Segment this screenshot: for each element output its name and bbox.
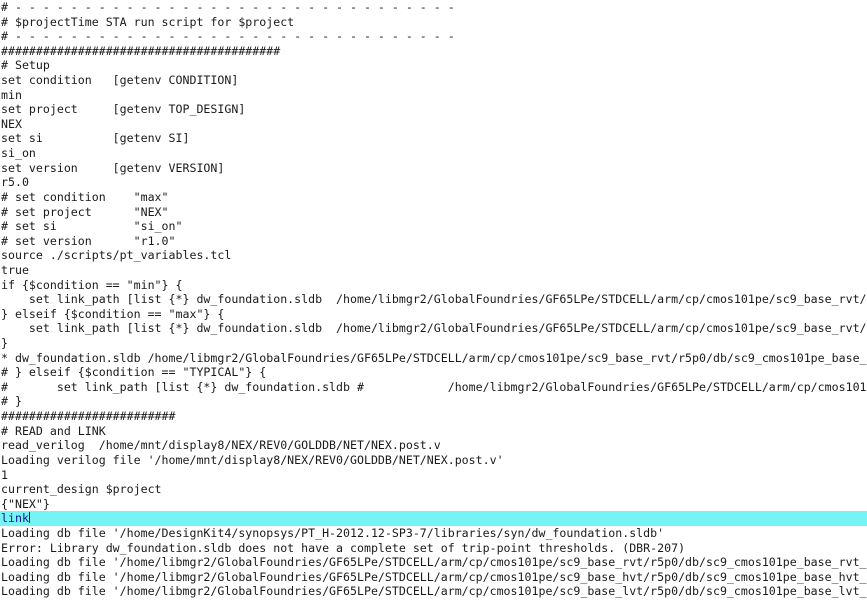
terminal-line: } elseif {$condition == "max"} { xyxy=(1,306,225,321)
terminal-line: Error: Library dw_foundation.sldb does n… xyxy=(1,540,686,555)
terminal-line: NEX xyxy=(1,116,22,131)
terminal-line: read_verilog /home/mnt/display8/NEX/REV0… xyxy=(1,438,441,453)
terminal-line: # set condition "max" xyxy=(1,189,169,204)
terminal-line: r5.0 xyxy=(1,175,29,190)
terminal-line: set version [getenv VERSION] xyxy=(1,160,225,175)
terminal-line: Loading db file '/home/libmgr2/GlobalFou… xyxy=(1,555,867,570)
terminal-line: Loading db file '/home/libmgr2/GlobalFou… xyxy=(1,584,867,599)
terminal-line: # } xyxy=(1,394,22,409)
terminal-line: ######################### xyxy=(1,409,176,424)
terminal-line: # - - - - - - - - - - - - - - - - - - - … xyxy=(1,29,455,44)
terminal-line: # set si "si_on" xyxy=(1,219,183,234)
text-cursor xyxy=(28,512,30,524)
terminal-line: set link_path [list {*} dw_foundation.sl… xyxy=(28,292,867,307)
terminal-line: {"NEX"} xyxy=(1,496,50,511)
terminal-line: ######################################## xyxy=(1,43,281,58)
terminal-output-pane[interactable]: # - - - - - - - - - - - - - - - - - - - … xyxy=(0,0,867,613)
terminal-line: si_on xyxy=(1,146,36,161)
terminal-line: # $projectTime STA run script for $proje… xyxy=(1,14,295,29)
terminal-line: # set version "r1.0" xyxy=(1,233,176,248)
terminal-line: set project [getenv TOP_DESIGN] xyxy=(1,102,246,117)
terminal-line: true xyxy=(1,262,29,277)
terminal-line: # Setup xyxy=(1,58,50,73)
terminal-line: Loading db file '/home/libmgr2/GlobalFou… xyxy=(1,569,867,584)
terminal-line: if {$condition == "min"} { xyxy=(1,277,183,292)
terminal-line: # - - - - - - - - - - - - - - - - - - - … xyxy=(1,0,455,14)
terminal-line: # } elseif {$condition == "TYPICAL"} { xyxy=(1,365,267,380)
terminal-line-selected: link xyxy=(0,511,867,526)
terminal-line: source ./scripts/pt_variables.tcl xyxy=(1,248,232,263)
terminal-line: # READ and LINK xyxy=(1,423,106,438)
terminal-line: set link_path [list {*} dw_foundation.sl… xyxy=(28,321,867,336)
terminal-line: set condition [getenv CONDITION] xyxy=(1,73,239,88)
terminal-line: 1 xyxy=(1,467,8,482)
terminal-line: # set project "NEX" xyxy=(1,204,169,219)
terminal-line: Loading verilog file '/home/mnt/display8… xyxy=(1,452,504,467)
terminal-line: current_design $project xyxy=(1,482,162,497)
terminal-line: min xyxy=(1,87,22,102)
terminal-line: } xyxy=(1,336,8,351)
terminal-line: Loading db file '/home/DesignKit4/synops… xyxy=(1,525,665,540)
terminal-line: # set link_path [list {*} dw_foundation.… xyxy=(1,379,867,394)
terminal-line: set si [getenv SI] xyxy=(1,131,190,146)
terminal-line: * dw_foundation.sldb /home/libmgr2/Globa… xyxy=(1,350,867,365)
